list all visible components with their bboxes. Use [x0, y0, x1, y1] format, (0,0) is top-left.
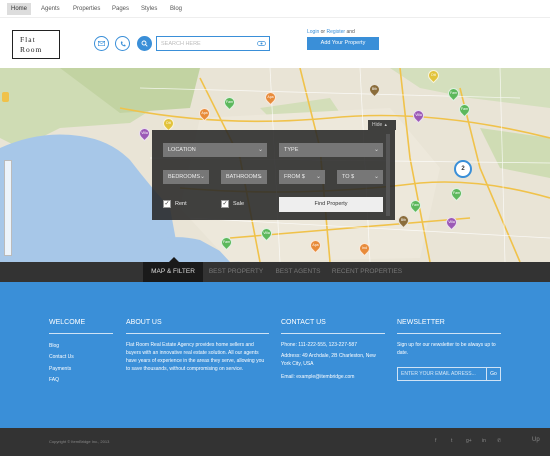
phone-icon-button[interactable]	[115, 36, 130, 51]
add-property-button[interactable]: Add Your Property	[307, 37, 379, 50]
footer-link-contact[interactable]: Contact Us	[49, 354, 74, 360]
footer-link-payments[interactable]: Payments	[49, 366, 71, 372]
search-placeholder: Search here	[161, 41, 201, 47]
map-cluster-marker[interactable]: 2	[454, 160, 472, 178]
bedrooms-select[interactable]: Bedrooms ⌄	[163, 170, 209, 184]
top-navigation: Home Agents Properties Pages Styles Blog	[0, 0, 550, 18]
newsletter-heading: Newsletter	[397, 319, 445, 326]
price-from-select[interactable]: From $ ⌄	[279, 170, 325, 184]
or-text: or	[320, 29, 326, 35]
sale-checkbox[interactable]: ✓	[221, 200, 229, 208]
chevron-down-icon: ⌄	[199, 174, 205, 180]
tab-best-property[interactable]: Best Property	[203, 262, 269, 282]
filter-scrollbar[interactable]	[386, 134, 390, 216]
chevron-down-icon: ⌄	[257, 147, 263, 153]
section-tabs: Map & filter Best Property Best Agents R…	[0, 257, 550, 282]
location-select[interactable]: Location ⌄	[163, 143, 267, 157]
nav-agents[interactable]: Agents	[37, 3, 64, 15]
linkedin-icon[interactable]: in	[482, 438, 486, 444]
newsletter-text: Sign up for our newsletter to be always …	[397, 342, 496, 356]
hide-filter-button[interactable]: Hide ▲	[368, 120, 396, 130]
logo-line-2: Room	[20, 45, 43, 54]
newsletter-go-button[interactable]: Go	[486, 368, 500, 380]
search-input[interactable]: Search here	[156, 36, 270, 51]
nav-styles[interactable]: Styles	[137, 3, 161, 15]
about-heading: About Us	[126, 319, 162, 326]
tab-recent-properties[interactable]: Recent Properties	[327, 262, 407, 282]
sale-label: Sale	[233, 201, 245, 207]
google-plus-icon[interactable]: g+	[466, 438, 472, 444]
footer-link-faq[interactable]: FAQ	[49, 377, 59, 383]
skype-icon[interactable]: ✆	[497, 438, 501, 444]
contact-email: Email: example@itembridge.com	[281, 374, 355, 380]
divider	[397, 333, 501, 334]
logo[interactable]: Flat Room	[12, 30, 60, 59]
divider	[126, 333, 269, 334]
rent-label: Rent	[175, 201, 187, 207]
divider	[49, 333, 113, 334]
logo-line-1: Flat	[20, 35, 36, 44]
chevron-down-icon: ⌄	[257, 174, 263, 180]
tab-map-filter[interactable]: Map & filter	[143, 257, 203, 282]
find-property-button[interactable]: Find Property	[279, 197, 383, 212]
welcome-heading: Welcome	[49, 319, 86, 326]
contact-address: Address: 49 Archdale, 2B Charleston, New…	[281, 353, 376, 367]
nav-properties[interactable]: Properties	[69, 3, 104, 15]
nav-pages[interactable]: Pages	[108, 3, 133, 15]
chevron-down-icon: ⌄	[315, 174, 321, 180]
site-header: Flat Room Search here Login or Register …	[0, 18, 550, 68]
divider	[281, 333, 385, 334]
contact-phone: Phone: 111-222-555, 123-227-587	[281, 342, 357, 348]
email-placeholder: Enter your email adress...	[401, 371, 476, 377]
contact-heading: Contact Us	[281, 319, 326, 326]
search-icon	[141, 40, 148, 47]
phone-icon	[120, 41, 125, 46]
mail-icon	[98, 41, 105, 46]
nav-blog[interactable]: Blog	[166, 3, 186, 15]
mail-icon-button[interactable]	[94, 36, 109, 51]
facebook-icon[interactable]: f	[435, 438, 436, 444]
bottom-bar: Copyright © ItemBridge Inc., 2013 f t g+…	[0, 428, 550, 456]
tab-best-agents[interactable]: Best Agents	[269, 262, 327, 282]
street-view-icon[interactable]	[2, 92, 9, 102]
auth-links: Login or Register and	[307, 29, 355, 35]
back-to-top-link[interactable]: Up	[532, 437, 540, 443]
rent-checkbox[interactable]: ✓	[163, 200, 171, 208]
nav-home[interactable]: Home	[7, 3, 32, 15]
map-zoom-control[interactable]	[4, 160, 12, 256]
footer-link-blog[interactable]: Blog	[49, 343, 59, 349]
twitter-icon[interactable]: t	[451, 438, 452, 444]
about-text: Flat Room Real Estate Agency provides ho…	[126, 342, 265, 372]
and-text: and	[346, 29, 355, 35]
type-select[interactable]: Type ⌄	[279, 143, 383, 157]
bathrooms-select[interactable]: Bathrooms ⌄	[221, 170, 267, 184]
newsletter-email-input[interactable]: Enter your email adress... Go	[397, 367, 501, 381]
register-link[interactable]: Register	[326, 29, 345, 35]
voice-search-icon[interactable]	[257, 40, 266, 47]
price-to-select[interactable]: To $ ⌄	[337, 170, 383, 184]
chevron-down-icon: ⌄	[373, 174, 379, 180]
search-icon-button[interactable]	[137, 36, 152, 51]
login-link[interactable]: Login	[307, 29, 319, 35]
chevron-down-icon: ⌄	[373, 147, 379, 153]
copyright-text: Copyright © ItemBridge Inc., 2013	[49, 439, 110, 444]
